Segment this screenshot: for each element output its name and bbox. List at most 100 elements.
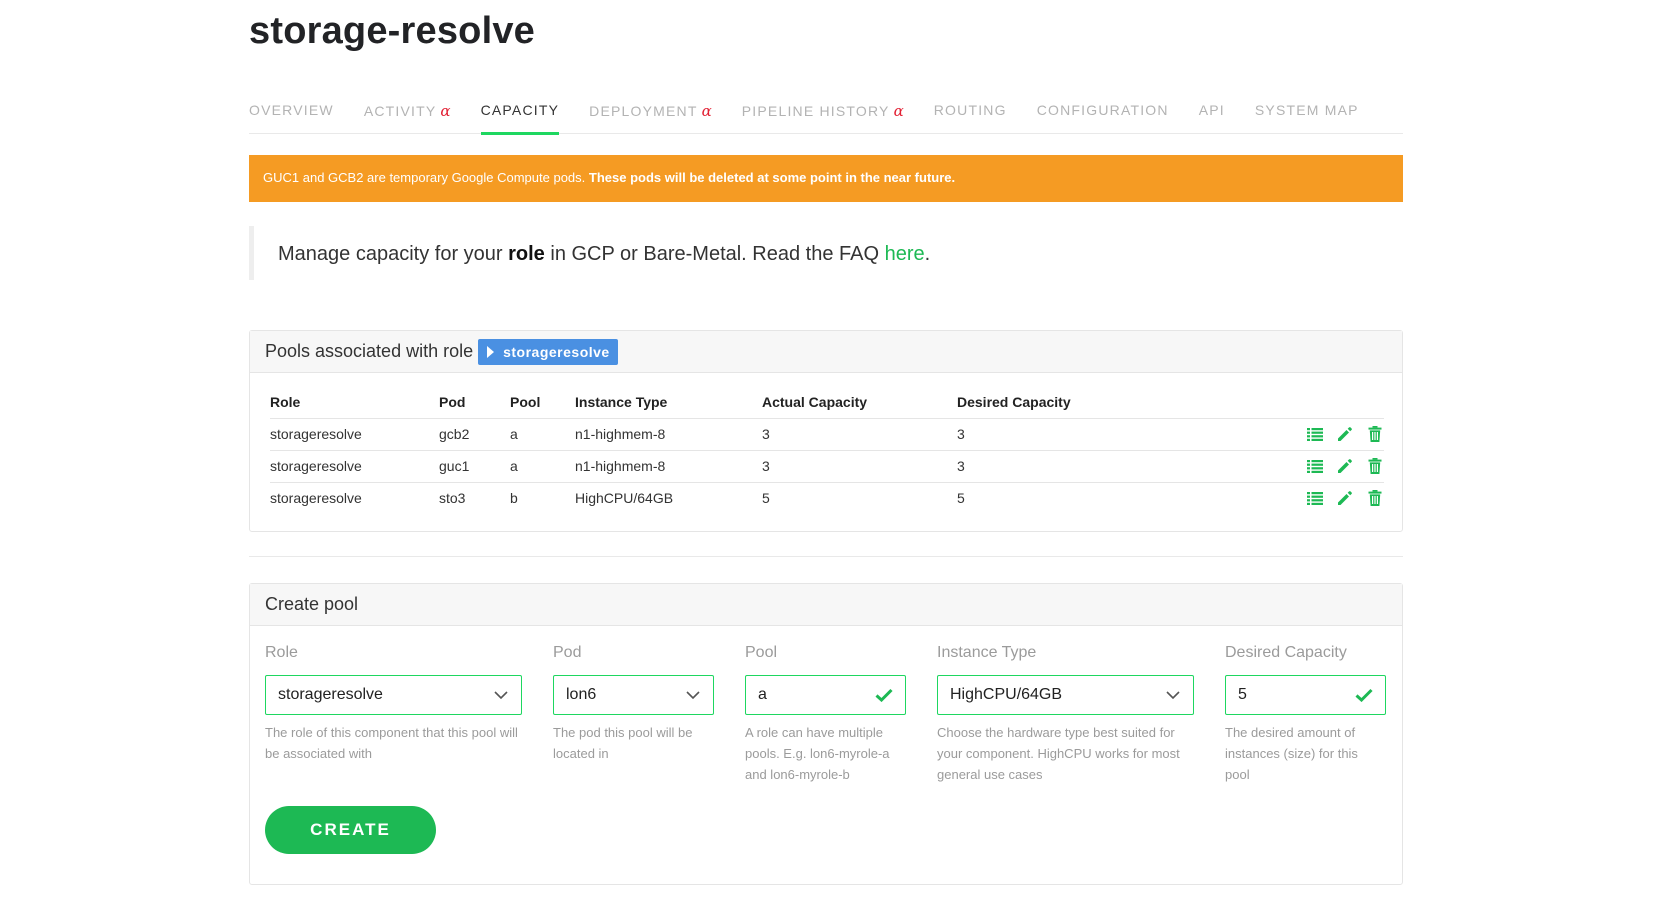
create-pool-panel: Create pool Role storageresolve The role… <box>249 583 1403 885</box>
alpha-badge: α <box>440 102 451 120</box>
alpha-badge: α <box>893 102 904 120</box>
faq-link[interactable]: here <box>885 243 925 265</box>
table-header-row: Role Pod Pool Instance Type Actual Capac… <box>270 387 1384 419</box>
alpha-badge: α <box>701 102 712 120</box>
role-select[interactable]: storageresolve <box>265 675 522 715</box>
instance-type-field: Instance Type HighCPU/64GB Choose the ha… <box>937 644 1194 785</box>
tab-label: DEPLOYMENT <box>589 103 698 119</box>
tab-label: CAPACITY <box>480 102 560 118</box>
desired-capacity-help: The desired amount of instances (size) f… <box>1225 725 1358 782</box>
pool-input[interactable]: a <box>745 675 906 715</box>
role-help: The role of this component that this poo… <box>265 725 518 761</box>
cell-actual-capacity: 3 <box>762 450 957 483</box>
page-title: storage-resolve <box>249 10 536 52</box>
trash-icon[interactable] <box>1366 489 1384 507</box>
pencil-icon[interactable] <box>1336 425 1354 443</box>
tab-label: PIPELINE HISTORY <box>741 103 890 119</box>
tab-label: API <box>1198 102 1225 118</box>
column-header-desired-capacity: Desired Capacity <box>957 387 1157 419</box>
instance-type-select[interactable]: HighCPU/64GB <box>937 675 1194 715</box>
pencil-icon[interactable] <box>1336 489 1354 507</box>
cell-pool: a <box>510 418 575 451</box>
row-actions <box>1157 482 1384 514</box>
tab-label: CONFIGURATION <box>1036 102 1169 118</box>
pool-label: Pool <box>745 644 778 661</box>
tab-activity[interactable]: ACTIVITY α <box>364 96 451 134</box>
cell-role: storageresolve <box>270 418 439 451</box>
desired-capacity-input[interactable]: 5 <box>1225 675 1386 715</box>
tab-routing[interactable]: ROUTING <box>934 96 1007 134</box>
pool-input-value: a <box>758 686 767 703</box>
column-header-instance-type: Instance Type <box>575 387 762 419</box>
pod-select[interactable]: lon6 <box>553 675 714 715</box>
cell-desired-capacity: 3 <box>957 418 1157 451</box>
tab-capacity[interactable]: CAPACITY <box>480 96 560 135</box>
tab-configuration[interactable]: CONFIGURATION <box>1037 96 1169 134</box>
cell-actual-capacity: 3 <box>762 418 957 451</box>
checkmark-icon <box>1355 688 1373 702</box>
create-pool-heading: Create pool <box>250 584 1402 626</box>
chevron-down-icon <box>686 691 700 700</box>
table-row: storageresolve sto3 b HighCPU/64GB 5 5 <box>270 482 1384 514</box>
cell-pod: sto3 <box>439 490 466 507</box>
cell-instance-type: HighCPU/64GB <box>575 490 674 507</box>
pools-heading-text: Pools associated with role <box>265 341 474 361</box>
warning-banner: GUC1 and GCB2 are temporary Google Compu… <box>249 155 1403 202</box>
pod-label: Pod <box>553 644 582 661</box>
cell-instance-type: n1-highmem-8 <box>575 450 762 483</box>
role-select-value: storageresolve <box>278 686 383 703</box>
cell-instance-type: n1-highmem-8 <box>575 418 762 451</box>
pools-table: Role Pod Pool Instance Type Actual Capac… <box>270 387 1384 514</box>
intro-quote: Manage capacity for your role in GCP or … <box>249 226 930 280</box>
role-label: Role <box>265 644 298 661</box>
table-row: storageresolve guc1 a n1-highmem-8 3 3 <box>270 450 1384 483</box>
instance-type-label: Instance Type <box>937 644 1037 661</box>
banner-bold-text: These pods will be deleted at some point… <box>588 170 956 185</box>
cell-role: storageresolve <box>270 450 439 483</box>
chevron-down-icon <box>1166 691 1180 700</box>
cell-actual-capacity: 5 <box>762 490 770 507</box>
checkmark-icon <box>875 688 893 702</box>
desired-capacity-label: Desired Capacity <box>1225 644 1347 661</box>
cell-role: storageresolve <box>270 490 362 507</box>
tab-api[interactable]: API <box>1199 96 1225 134</box>
create-pool-heading-text: Create pool <box>265 594 359 614</box>
role-pill-label: storageresolve <box>503 343 610 360</box>
intro-middle: in GCP or Bare-Metal. Read the FAQ <box>550 243 880 265</box>
caret-right-icon <box>487 345 495 358</box>
trash-icon[interactable] <box>1366 425 1384 443</box>
desired-capacity-field: Desired Capacity 5 The desired amount of… <box>1225 644 1386 785</box>
pools-panel-heading: Pools associated with role storageresolv… <box>250 331 1402 373</box>
role-pill[interactable]: storageresolve <box>478 338 618 365</box>
instance-type-select-value: HighCPU/64GB <box>950 686 1063 703</box>
pool-help: A role can have multiple pools. E.g. lon… <box>745 725 890 782</box>
cell-pod: guc1 <box>439 450 510 483</box>
tab-system-map[interactable]: SYSTEM MAP <box>1255 96 1359 134</box>
intro-prefix: Manage capacity for your <box>278 243 503 265</box>
trash-icon[interactable] <box>1366 457 1384 475</box>
row-actions <box>1157 450 1384 483</box>
tab-label: OVERVIEW <box>249 102 334 118</box>
cell-pool: a <box>510 450 575 483</box>
cell-pod: gcb2 <box>439 418 510 451</box>
column-header-actions <box>1157 387 1384 419</box>
tab-bar: OVERVIEW ACTIVITY α CAPACITY DEPLOYMENT α … <box>249 96 1403 135</box>
pools-panel: Pools associated with role storageresolv… <box>249 330 1403 532</box>
tab-deployment[interactable]: DEPLOYMENT α <box>589 96 712 134</box>
tab-overview[interactable]: OVERVIEW <box>249 96 334 134</box>
pod-help: The pod this pool will be located in <box>553 725 693 761</box>
pencil-icon[interactable] <box>1336 457 1354 475</box>
banner-text: GUC1 and GCB2 are temporary Google Compu… <box>263 170 586 185</box>
list-icon[interactable] <box>1306 489 1324 507</box>
pod-select-value: lon6 <box>566 686 597 703</box>
chevron-down-icon <box>494 691 508 700</box>
cell-desired-capacity: 5 <box>957 490 965 507</box>
column-header-pool: Pool <box>510 387 575 419</box>
row-actions <box>1157 418 1384 451</box>
create-button[interactable]: CREATE <box>265 806 436 854</box>
tab-pipeline-history[interactable]: PIPELINE HISTORY α <box>742 96 904 134</box>
list-icon[interactable] <box>1306 457 1324 475</box>
pool-field: Pool a A role can have multiple pools. E… <box>745 644 906 785</box>
tab-label: ACTIVITY <box>363 103 437 119</box>
list-icon[interactable] <box>1306 425 1324 443</box>
